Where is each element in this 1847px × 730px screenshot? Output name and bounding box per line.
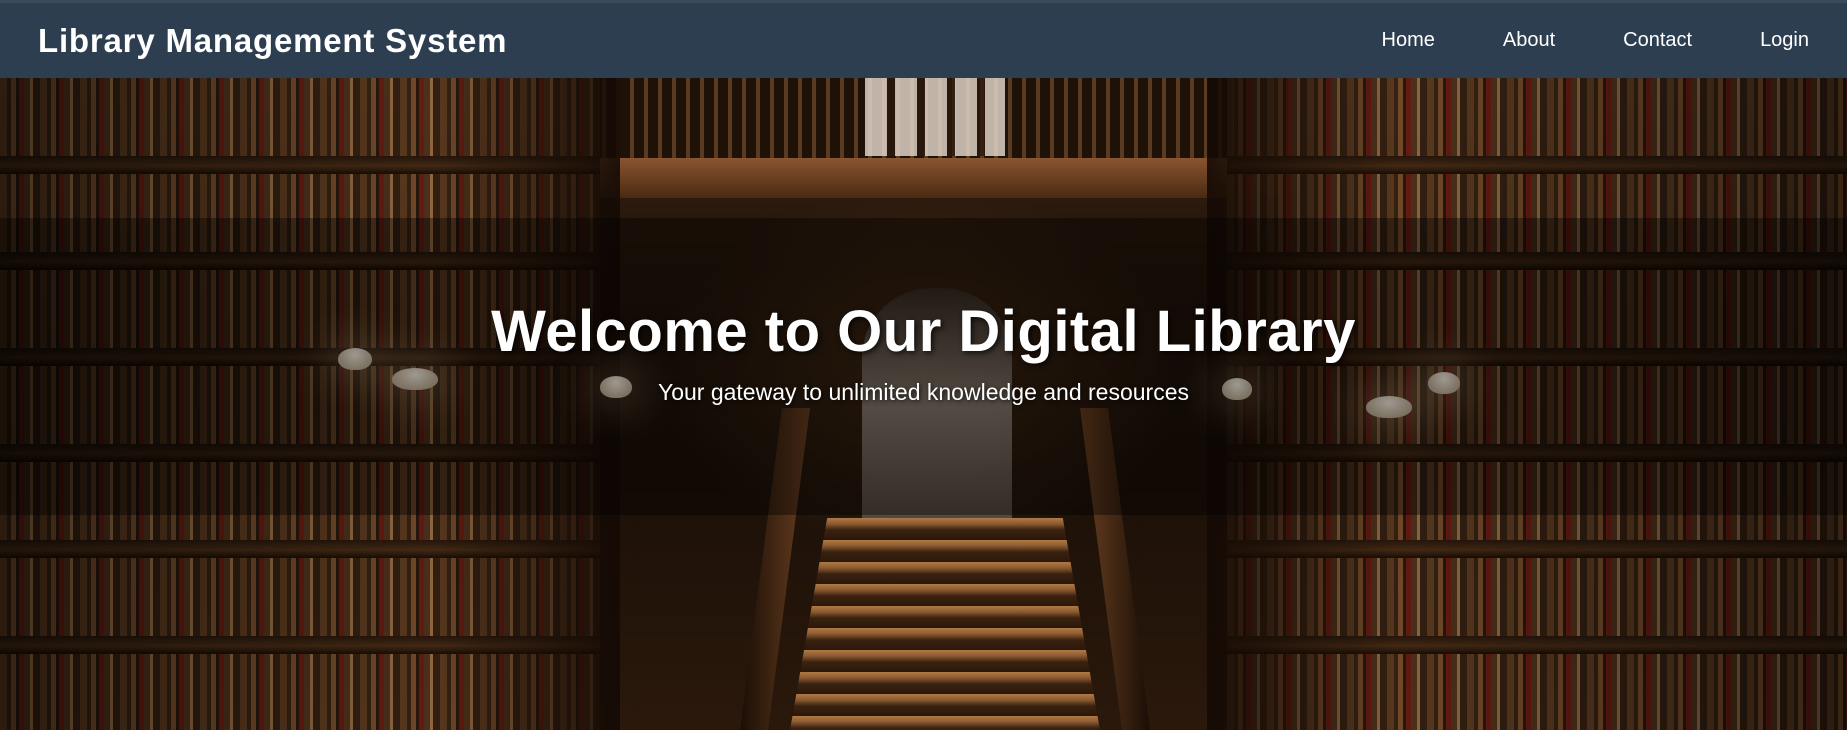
hero-subtitle: Your gateway to unlimited knowledge and …: [657, 379, 1190, 405]
nav-link-home[interactable]: Home: [1382, 29, 1435, 52]
gallery-beam: [600, 158, 1280, 198]
gallery-window: [865, 78, 1005, 156]
hero-title: Welcome to Our Digital Library: [491, 299, 1356, 364]
nav-link-about[interactable]: About: [1503, 29, 1555, 52]
nav-links: Home About Contact Login: [1382, 29, 1810, 52]
site-brand[interactable]: Library Management System: [38, 22, 507, 60]
hero-content: Welcome to Our Digital Library Your gate…: [0, 298, 1847, 406]
staircase: [790, 518, 1100, 730]
top-navbar: Library Management System Home About Con…: [0, 0, 1847, 78]
nav-link-login[interactable]: Login: [1760, 29, 1809, 52]
nav-link-contact[interactable]: Contact: [1623, 29, 1692, 52]
hero-section: Welcome to Our Digital Library Your gate…: [0, 78, 1847, 730]
